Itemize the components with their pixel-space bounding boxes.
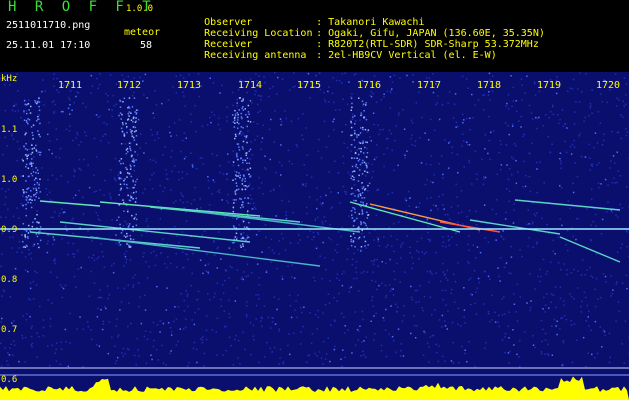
x-tick-1719: 1719	[537, 80, 562, 91]
meteor-label: meteor	[124, 27, 161, 38]
x-tick-1717: 1717	[417, 80, 442, 91]
y-tick-0-7: 0.7	[1, 325, 18, 335]
app-version: 1.0.0	[126, 4, 154, 14]
meteor-count: 58	[140, 40, 153, 51]
image-filename: 2511011710.png	[6, 20, 91, 31]
x-tick-1716: 1716	[357, 80, 382, 91]
x-tick-1718: 1718	[477, 80, 502, 91]
x-tick-1720: 1720	[596, 80, 621, 91]
x-tick-1714: 1714	[238, 80, 263, 91]
spectrogram-background	[0, 72, 629, 400]
y-axis-unit: kHz	[1, 74, 18, 84]
y-tick-1-0: 1.0	[1, 175, 18, 185]
info-antenna-key: Receiving antenna	[204, 50, 307, 61]
x-tick-1711: 1711	[58, 80, 83, 91]
y-tick-0-9: 0.9	[1, 225, 18, 235]
observation-datetime: 25.11.01 17:10	[6, 40, 91, 51]
x-tick-1712: 1712	[117, 80, 142, 91]
y-tick-1-1: 1.1	[1, 125, 18, 135]
x-tick-1715: 1715	[297, 80, 322, 91]
hrofft-window: H R O F F T 1.0.0 2511011710.png 25.11.0…	[0, 0, 629, 400]
info-antenna: Receiving antenna : 2el-HB9CV Vertical (e…	[180, 39, 497, 72]
spectrogram-plot	[0, 72, 629, 400]
x-tick-1713: 1713	[177, 80, 202, 91]
info-antenna-value: : 2el-HB9CV Vertical (el. E-W)	[316, 50, 497, 61]
y-tick-0-6: 0.6	[1, 375, 18, 385]
y-tick-0-8: 0.8	[1, 275, 18, 285]
